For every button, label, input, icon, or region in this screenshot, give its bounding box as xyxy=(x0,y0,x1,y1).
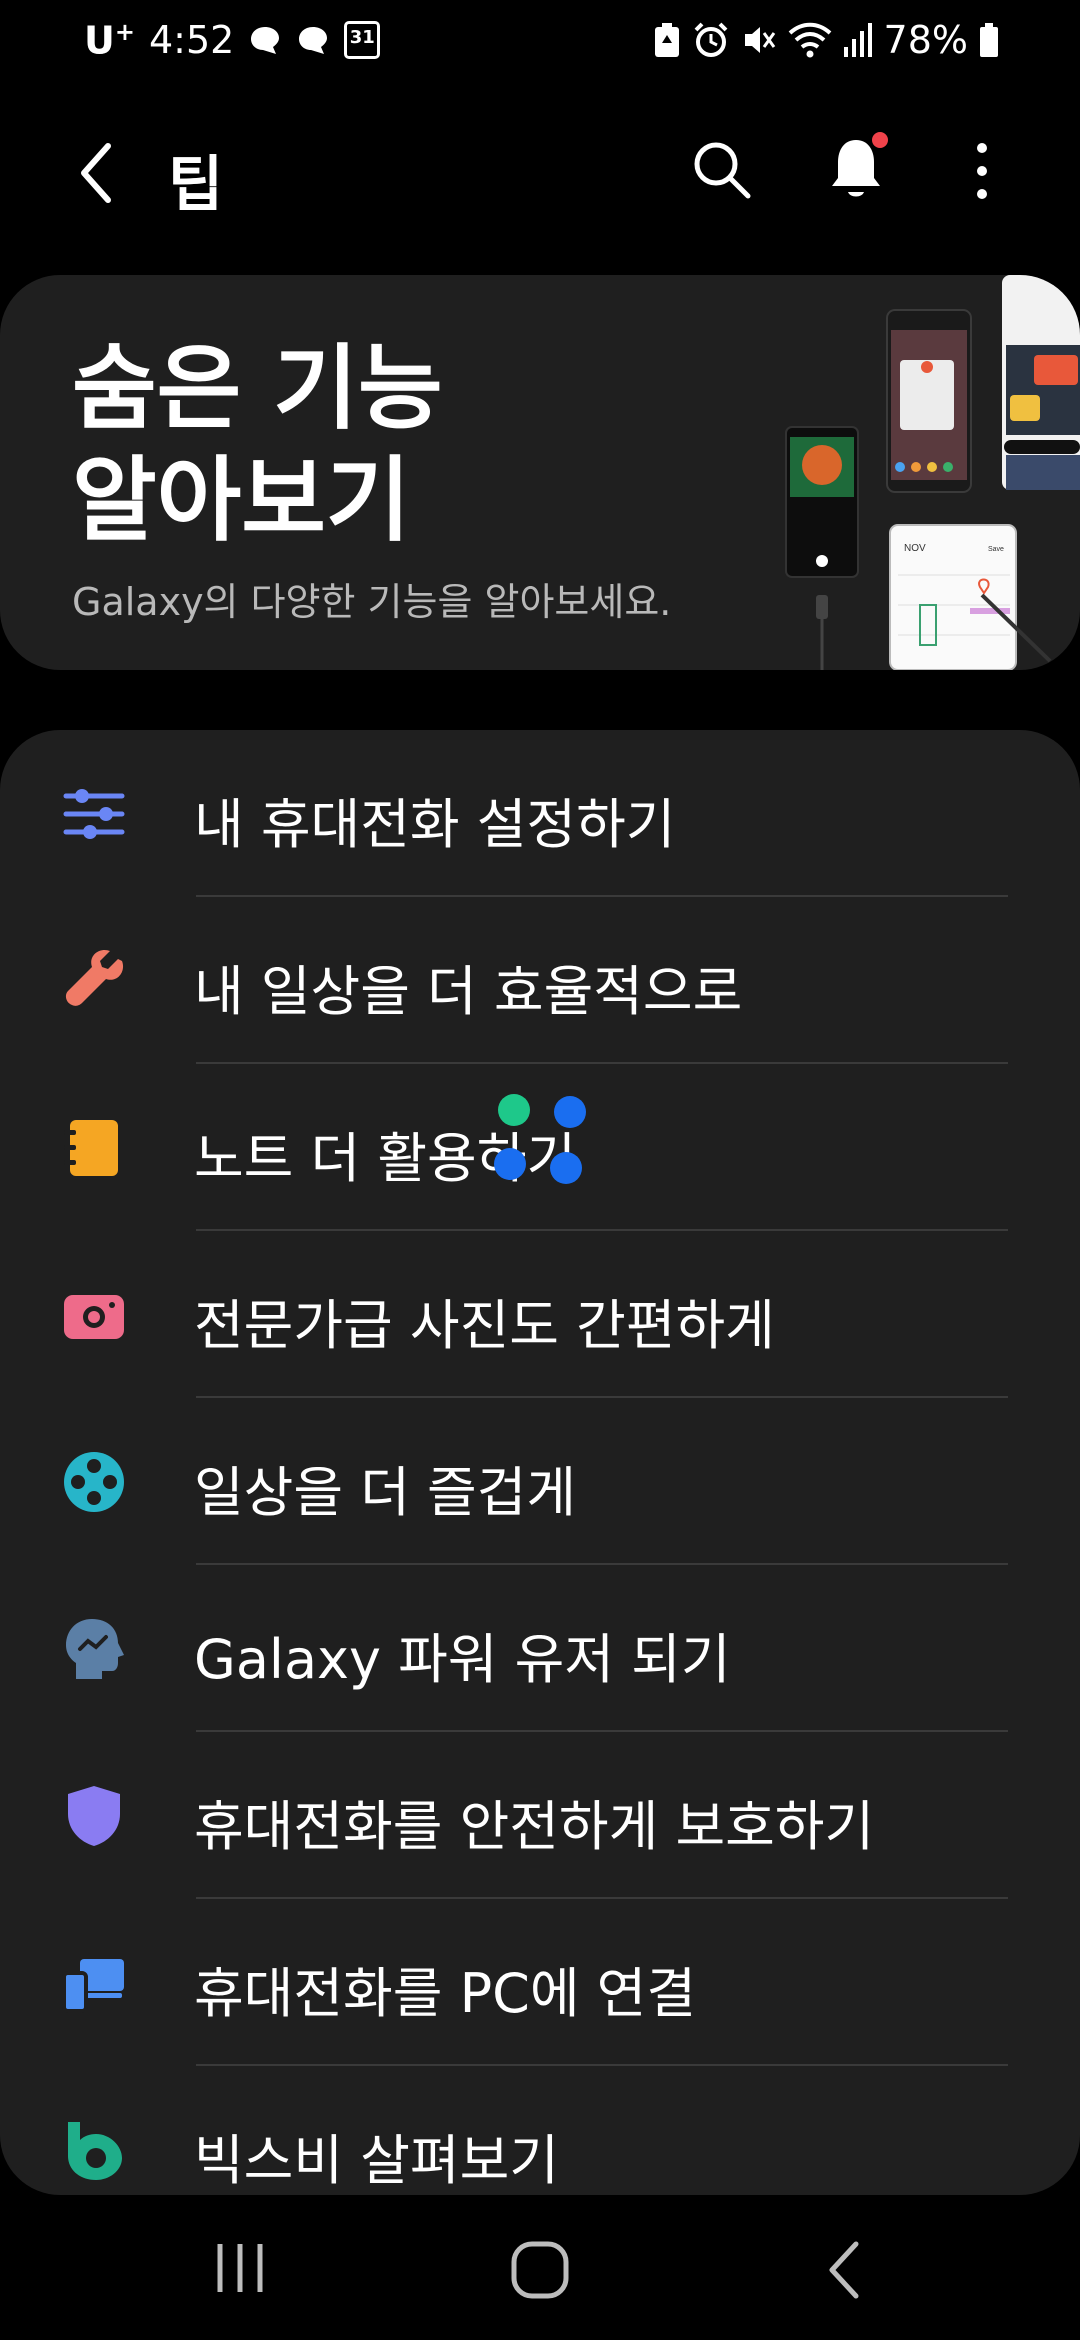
app-bar: 팁 xyxy=(0,120,1080,220)
list-item-label: 일상을 더 즐겁게 xyxy=(194,1461,577,1524)
signal-icon xyxy=(843,23,872,57)
list-item-label: 빅스비 살펴보기 xyxy=(194,2129,559,2192)
hero-banner[interactable]: 숨은 기능 알아보기 Galaxy의 다양한 기능을 알아보세요. NOV Sa… xyxy=(0,275,1080,670)
list-item-label: Galaxy 파워 유저 되기 xyxy=(194,1628,731,1691)
camera-icon xyxy=(64,1295,124,1339)
list-item[interactable]: 내 일상을 더 효율적으로 xyxy=(0,897,1080,1064)
list-item[interactable]: Galaxy 파워 유저 되기 xyxy=(0,1565,1080,1732)
more-options-icon[interactable] xyxy=(960,138,1004,204)
notification-dot xyxy=(872,132,888,148)
list-item[interactable]: 휴대전화를 안전하게 보호하기 xyxy=(0,1732,1080,1899)
page-title: 팁 xyxy=(168,150,224,220)
list-item-label: 휴대전화를 PC에 연결 xyxy=(194,1962,697,2025)
list-item-label: 내 휴대전화 설정하기 xyxy=(194,793,676,856)
notebook-icon xyxy=(64,1120,118,1176)
phones-illustration: NOV Save xyxy=(785,275,1080,670)
clock: 4:52 xyxy=(148,18,235,63)
svg-text:NOV: NOV xyxy=(904,543,926,554)
recent-apps-icon[interactable] xyxy=(210,2238,270,2298)
shield-icon xyxy=(68,1786,120,1846)
hero-subtitle: Galaxy의 다양한 기능을 알아보세요. xyxy=(72,580,672,624)
list-item[interactable]: 전문가급 사진도 간편하게 xyxy=(0,1231,1080,1398)
svg-text:Save: Save xyxy=(988,546,1004,553)
head-icon xyxy=(66,1619,124,1679)
list-item-label: 휴대전화를 안전하게 보호하기 xyxy=(194,1795,875,1858)
chat-bubble-icon xyxy=(251,27,280,55)
calendar-icon: 31 xyxy=(344,21,381,60)
nav-back-icon[interactable] xyxy=(820,2238,870,2302)
list-item[interactable]: 휴대전화를 PC에 연결 xyxy=(0,1899,1080,2066)
status-left: U+ 4:52 31 xyxy=(84,18,381,63)
tips-category-list: 내 휴대전화 설정하기 내 일상을 더 효율적으로 노트 더 활용하기 전문가급… xyxy=(0,730,1080,2195)
film-reel-icon xyxy=(64,1452,124,1512)
wrench-icon xyxy=(65,949,124,1006)
floating-dots-icon[interactable] xyxy=(490,1090,590,1190)
home-icon[interactable] xyxy=(508,2238,572,2302)
list-item-label: 내 일상을 더 효율적으로 xyxy=(194,960,743,1023)
status-right: 78% xyxy=(652,18,1000,62)
list-item[interactable]: 내 휴대전화 설정하기 xyxy=(0,730,1080,897)
sliders-icon xyxy=(63,789,125,839)
carrier-label: U+ xyxy=(84,18,135,63)
list-item[interactable]: 빅스비 살펴보기 xyxy=(0,2066,1080,2195)
battery-saver-icon xyxy=(654,23,679,57)
back-arrow-icon[interactable] xyxy=(70,138,130,208)
battery-percentage: 78% xyxy=(883,18,968,62)
list-item-label: 전문가급 사진도 간편하게 xyxy=(194,1294,775,1357)
wifi-icon xyxy=(788,22,831,58)
bixby-icon xyxy=(68,2122,122,2180)
battery-icon xyxy=(980,23,998,57)
status-bar: U+ 4:52 31 78% xyxy=(0,0,1080,84)
search-icon[interactable] xyxy=(690,138,754,202)
hero-title: 숨은 기능 알아보기 xyxy=(72,335,443,554)
list-item[interactable]: 일상을 더 즐겁게 xyxy=(0,1398,1080,1565)
chat-bubble-icon xyxy=(299,27,328,55)
alarm-icon xyxy=(694,22,727,57)
phone-pc-icon xyxy=(62,1959,124,2013)
mute-icon xyxy=(744,27,775,53)
system-navigation-bar xyxy=(0,2200,1080,2340)
